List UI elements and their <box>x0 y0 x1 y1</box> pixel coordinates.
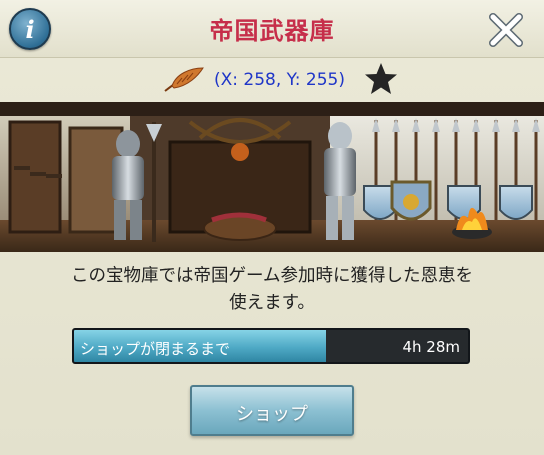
location-row: (X: 258, Y: 255) <box>0 58 544 102</box>
description-line-2: 使えます。 <box>229 293 315 313</box>
location-coordinates[interactable]: (X: 258, Y: 255) <box>214 70 345 90</box>
description-text: この宝物庫では帝国ゲーム参加時に獲得した恩恵を 使えます。 <box>20 263 524 317</box>
dialog-title: 帝国武器庫 <box>209 17 335 45</box>
shop-button[interactable]: ショップ <box>190 385 354 436</box>
timer-value: 4h 28m <box>402 338 460 356</box>
dialog-header: i 帝国武器庫 <box>0 0 544 58</box>
armory-illustration <box>0 102 544 252</box>
timer-label: ショップが閉まるまで <box>80 340 231 358</box>
description-line-1: この宝物庫では帝国ゲーム参加時に獲得した恩恵を <box>71 266 473 286</box>
close-icon[interactable] <box>485 10 527 50</box>
armory-dialog: i 帝国武器庫 (X: 258, Y: 255) この宝物庫では帝国ゲーム参加時… <box>0 0 544 455</box>
star-icon[interactable] <box>364 62 398 96</box>
shop-timer-progress: ショップが閉まるまで 4h 28m <box>72 328 470 364</box>
feather-icon[interactable] <box>162 66 206 94</box>
shop-button-label: ショップ <box>236 404 308 425</box>
